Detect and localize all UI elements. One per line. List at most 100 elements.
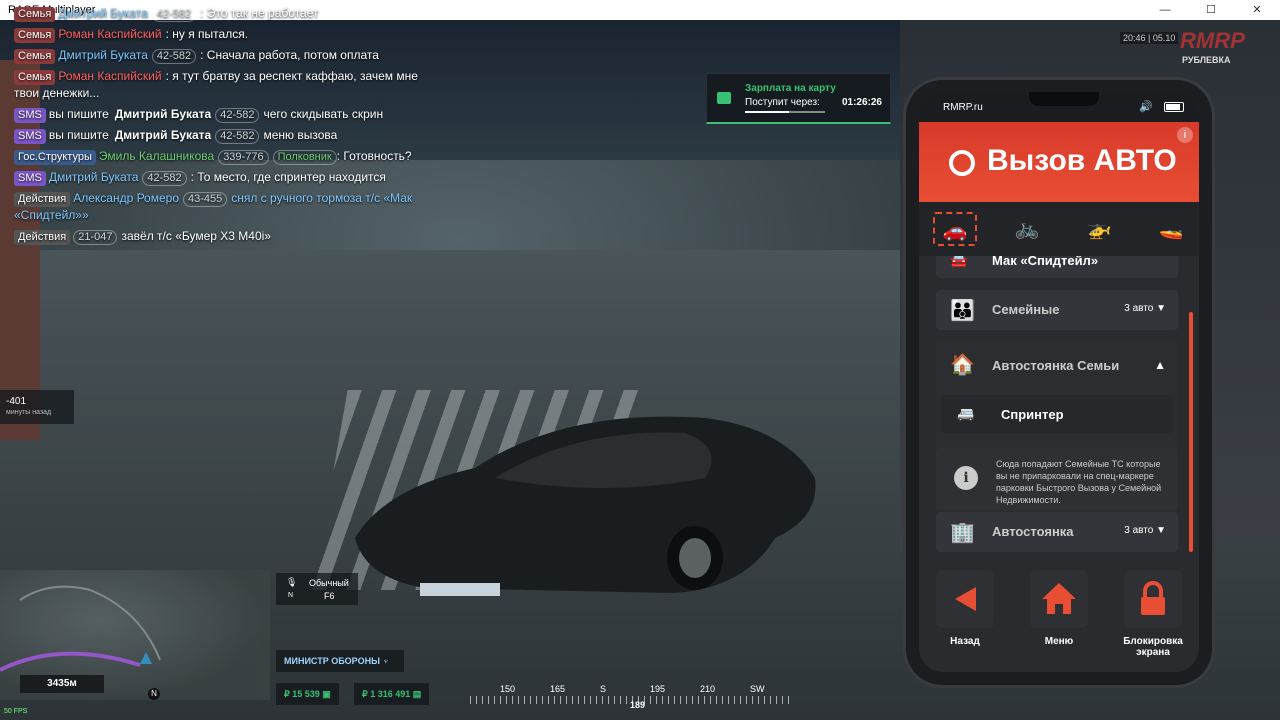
chat-player-id: 42-582 — [151, 49, 197, 64]
close-button[interactable]: ✕ — [1234, 0, 1280, 20]
maximize-button[interactable]: ☐ — [1188, 0, 1234, 20]
chat-text: завёл т/с «Бумер X3 M40i» — [121, 229, 271, 243]
chat-text: : Сначала работа, потом оплата — [200, 48, 379, 62]
compass: 189 150 165 S 195 210 SW — [470, 680, 790, 710]
cash-display: ₽ 15 539 ▣ — [276, 683, 339, 705]
phone-status-bar: RMRP.ru 🔊 — [919, 92, 1199, 122]
status-site: RMRP.ru — [943, 102, 983, 113]
vehicle-row-sprinter[interactable]: 🚐 Спринтер — [941, 395, 1173, 433]
chat-message: Семья Роман Каспийский: я тут братву за р… — [14, 68, 444, 102]
chat-text: : То место, где спринтер находится — [190, 170, 386, 184]
family-icon: 👪 — [950, 300, 975, 322]
chat-tag: Гос.Структуры — [14, 150, 96, 165]
minimize-button[interactable]: — — [1142, 0, 1188, 20]
back-arrow-icon — [955, 587, 976, 611]
salary-label: Поступит через: — [745, 97, 820, 108]
chat-player-id: 339-776 — [218, 150, 269, 165]
cash-value: ₽ 15 539 — [284, 689, 320, 699]
bicycle-icon[interactable]: 🚲 — [1005, 212, 1049, 246]
back-label: Назад — [950, 636, 980, 647]
bank-value: ₽ 1 316 491 — [362, 689, 411, 699]
compass-label: SW — [750, 684, 765, 694]
parking-icon: 🏢 — [950, 522, 975, 544]
salary-title: Зарплата на карту — [745, 83, 836, 94]
card-icon: ▤ — [412, 689, 422, 699]
chat-author: Дмитрий Буката — [58, 48, 148, 62]
chat-text: чего скидывать скрин — [263, 107, 384, 121]
scrollbar[interactable] — [1189, 312, 1193, 552]
info-icon[interactable]: i — [1177, 127, 1193, 143]
server-clock: 20:46 | 05.10 — [1120, 32, 1179, 44]
boat-icon[interactable]: 🚤 — [1149, 212, 1193, 246]
vehicle-row-top[interactable]: 🚘 Мак «Спидтейл» — [936, 256, 1178, 278]
wallet-icon — [717, 92, 731, 104]
voice-key: F6 — [324, 591, 335, 601]
server-name: РУБЛЕВКА — [1182, 55, 1231, 65]
chat-author: Александр Ромеро — [73, 191, 179, 205]
garage-icon: 🏠 — [950, 354, 975, 376]
chat-tag: SMS — [14, 171, 46, 186]
chat-log: Семья Дмитрий Буката 42-582: Это так не ра… — [14, 5, 444, 249]
home-icon — [1042, 583, 1076, 614]
chat-tag: Действия — [14, 230, 71, 245]
chat-message: SMS Дмитрий Буката 42-582: То место, где с… — [14, 169, 444, 186]
phone-screen: RMRP.ru 🔊 Вызов АВТО i 🚗 🚲 🚁 🚤 🚘 Мак «Спидт… — [919, 92, 1199, 672]
chat-message: SMS вы пишите Дмитрий Буката 42-582 чего ски… — [14, 106, 444, 123]
lock-icon — [1141, 581, 1165, 615]
player-role: МИНИСТР ОБОРОНЫ ♆ — [276, 650, 404, 672]
volume-icon: 🔊 — [1139, 101, 1153, 113]
chat-author: Дмитрий Буката — [58, 6, 148, 20]
bank-display: ₽ 1 316 491 ▤ — [354, 683, 430, 705]
microphone-icon: 🎙 — [286, 577, 298, 587]
chat-message: Действия 21-047 завёл т/с «Бумер X3 M40i» — [14, 228, 444, 245]
chat-text: меню вызова — [263, 128, 338, 142]
battery-icon — [1164, 102, 1184, 112]
car-icon[interactable]: 🚗 — [933, 212, 977, 246]
compass-label: S — [600, 684, 607, 694]
chat-player-id: 42-582 — [151, 7, 197, 22]
chat-text: : Готовность? — [336, 149, 412, 163]
chat-author: Дмитрий Буката — [114, 128, 212, 142]
compass-heading: 189 — [630, 700, 646, 710]
player-role-label: МИНИСТР ОБОРОНЫ — [284, 656, 380, 666]
parking-info-text: Сюда попадают Семейные ТС которые вы не … — [996, 459, 1162, 505]
vehicle-categories: 🚗 🚲 🚁 🚤 — [919, 202, 1199, 256]
back-button[interactable] — [936, 570, 994, 628]
vehicle-list[interactable]: 🚘 Мак «Спидтейл» 👪 Семейные 3 авто ▼ 🏠 А… — [919, 256, 1199, 566]
chat-tag: Семья — [14, 70, 56, 85]
chat-tag: Семья — [14, 28, 56, 43]
lock-label: Блокировка экрана — [1123, 636, 1183, 658]
app-header: Вызов АВТО i — [919, 122, 1199, 202]
app-title: Вызов АВТО — [987, 144, 1177, 177]
chat-message: Семья Роман Каспийский: ну я пытался. — [14, 26, 444, 43]
rmrp-logo: RMRP — [1180, 28, 1245, 53]
group-parking[interactable]: 🏢 Автостоянка 3 авто ▼ — [936, 512, 1178, 552]
player-ping: -401 минуты назад — [0, 390, 74, 424]
collapse-icon[interactable]: ▲ — [1154, 358, 1166, 372]
group-family-count: 3 авто ▼ — [1124, 303, 1166, 314]
chat-message: Семья Дмитрий Буката 42-582: Это так не ра… — [14, 5, 444, 22]
group-family[interactable]: 👪 Семейные 3 авто ▼ — [936, 290, 1178, 330]
ping-time: минуты назад — [6, 409, 52, 416]
compass-label: 150 — [500, 684, 516, 694]
chat-player-id: 42-582 — [215, 108, 260, 123]
chat-text: : ну я пытался. — [165, 27, 249, 41]
chat-tag: SMS — [14, 108, 46, 123]
vehicle-name: Мак «Спидтейл» — [992, 256, 1099, 268]
chat-player-id: 42-582 — [142, 171, 187, 186]
menu-button[interactable] — [1030, 570, 1088, 628]
voice-indicator: 🎙 N Обычный F6 — [276, 573, 358, 605]
chat-tag: Семья — [14, 7, 56, 22]
chat-tag: Семья — [14, 49, 56, 64]
chat-player-id: 42-582 — [215, 129, 260, 144]
chat-tag: SMS — [14, 129, 46, 144]
lock-button[interactable] — [1124, 570, 1182, 628]
group-parking-label: Автостоянка — [992, 524, 1074, 539]
chat-author: Дмитрий Буката — [114, 107, 212, 121]
helicopter-icon[interactable]: 🚁 — [1077, 212, 1121, 246]
chat-message: Действия Александр Ромеро 43-455 снял с руч… — [14, 190, 444, 224]
van-icon: 🚐 — [957, 405, 975, 421]
route-distance: 3435м — [20, 675, 104, 693]
chat-author: Эмиль Калашникова — [98, 149, 215, 163]
voice-sub: N — [288, 592, 294, 599]
